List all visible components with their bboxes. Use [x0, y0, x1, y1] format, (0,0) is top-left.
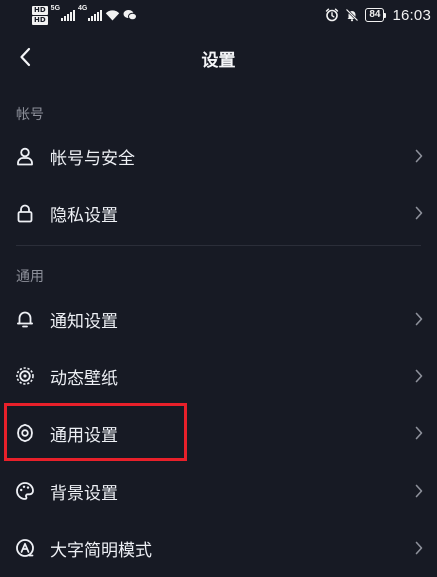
person-icon [17, 147, 33, 166]
chevron-right-icon [415, 149, 423, 163]
bell-icon [17, 311, 33, 328]
row-label: 通知设置 [50, 312, 118, 332]
row-label: 通用设置 [50, 426, 118, 446]
hd-badge-top: HD [32, 5, 48, 15]
battery-level: 84 [365, 8, 385, 22]
status-right: 84 16:03 [325, 3, 431, 27]
chevron-right-icon [415, 541, 423, 555]
section-label-account: 帐号 [16, 107, 44, 123]
row-label: 隐私设置 [50, 206, 118, 226]
network-type-2: 4G [78, 5, 88, 12]
row-large-font-mode[interactable]: 大字简明模式 [0, 520, 437, 576]
chevron-right-icon [415, 484, 423, 498]
large-font-icon [16, 539, 34, 557]
wifi-icon [106, 10, 120, 21]
lock-icon [17, 204, 33, 223]
hd-badge-bottom: HD [32, 15, 48, 25]
row-privacy-settings[interactable]: 隐私设置 [0, 185, 437, 241]
wechat-icon [123, 10, 138, 21]
signal-icon-1 [61, 9, 76, 21]
mute-bell-icon [345, 8, 359, 22]
chevron-right-icon [415, 206, 423, 220]
hd-indicator: HD HD [32, 5, 48, 25]
chevron-right-icon [415, 369, 423, 383]
nav-bar: 设置 [0, 30, 437, 86]
section-label-general: 通用 [16, 269, 44, 285]
row-label: 动态壁纸 [50, 369, 118, 389]
status-left: HD HD 5G 4G [32, 3, 138, 27]
row-live-wallpaper[interactable]: 动态壁纸 [0, 348, 437, 404]
signal-icon-2 [88, 9, 103, 21]
live-wallpaper-icon [16, 367, 34, 385]
alarm-icon [326, 8, 339, 22]
battery-indicator: 84 [365, 8, 387, 22]
row-background-settings[interactable]: 背景设置 [0, 463, 437, 519]
status-time: 16:03 [392, 6, 431, 24]
network-type-1: 5G [50, 5, 61, 12]
palette-icon [16, 482, 34, 500]
section-divider [16, 245, 421, 246]
chevron-right-icon [415, 426, 423, 440]
row-label: 背景设置 [50, 484, 118, 504]
row-label: 帐号与安全 [50, 149, 135, 169]
row-account-security[interactable]: 帐号与安全 [0, 128, 437, 184]
row-general-settings[interactable]: 通用设置 [0, 405, 437, 461]
settings-screen: HD HD 5G 4G 84 16:03 设置 帐号 帐号与安全 隐私设置 通用… [0, 0, 437, 577]
gear-icon [17, 423, 33, 443]
row-notification-settings[interactable]: 通知设置 [0, 291, 437, 347]
row-label: 大字简明模式 [50, 541, 152, 561]
page-title: 设置 [201, 51, 236, 71]
status-bar: HD HD 5G 4G 84 16:03 [0, 0, 437, 30]
chevron-right-icon [415, 312, 423, 326]
